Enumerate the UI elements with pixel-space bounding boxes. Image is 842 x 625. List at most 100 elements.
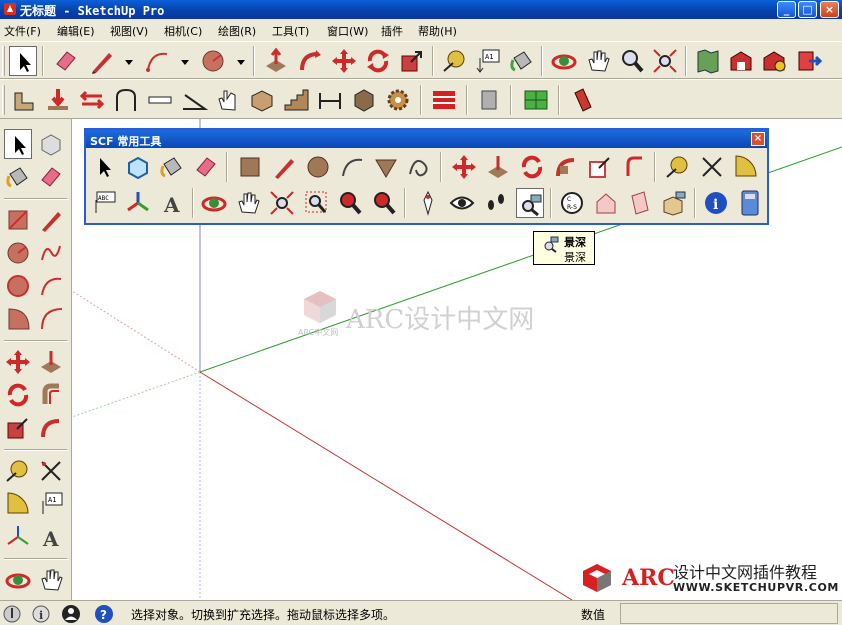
scf-zoom-button[interactable] bbox=[268, 188, 296, 218]
circle-tool-button[interactable] bbox=[4, 238, 32, 268]
polygon-tool-button[interactable] bbox=[199, 46, 227, 76]
menu-file[interactable]: 文件(F) bbox=[4, 23, 41, 39]
scf-arc-button[interactable] bbox=[338, 152, 366, 182]
maximize-button[interactable]: □ bbox=[798, 1, 817, 18]
paint-bucket-button[interactable] bbox=[508, 46, 536, 76]
scf-move-button[interactable] bbox=[450, 152, 478, 182]
warehouse-button[interactable] bbox=[727, 46, 755, 76]
scf-face-style-button[interactable] bbox=[626, 188, 654, 218]
panel-title-bar[interactable]: SCF 常用工具 bbox=[86, 130, 767, 148]
menu-edit[interactable]: 编辑(E) bbox=[57, 23, 95, 39]
follow-me-button[interactable] bbox=[296, 46, 324, 76]
scf-tape-button[interactable] bbox=[664, 152, 692, 182]
scf-walk-button[interactable] bbox=[482, 188, 510, 218]
component-button[interactable] bbox=[37, 129, 65, 159]
scf-depth-of-field-button[interactable] bbox=[516, 188, 544, 218]
push-pull-button[interactable] bbox=[37, 347, 65, 377]
pan-button[interactable] bbox=[37, 565, 65, 595]
text-tool-button[interactable]: A1 bbox=[474, 46, 502, 76]
orbit-button[interactable] bbox=[4, 565, 32, 595]
scf-freehand-button[interactable] bbox=[406, 152, 434, 182]
plugin-tool-10[interactable] bbox=[316, 85, 344, 115]
scale-tool-button[interactable] bbox=[4, 413, 32, 443]
scf-offset-button[interactable] bbox=[620, 152, 648, 182]
scf-eraser-button[interactable] bbox=[192, 152, 220, 182]
tape-measure-button[interactable] bbox=[441, 46, 469, 76]
scf-line-button[interactable] bbox=[270, 152, 298, 182]
scf-polygon-button[interactable] bbox=[372, 152, 400, 182]
scf-zoom-window-button[interactable] bbox=[302, 188, 330, 218]
plugin-tool-3[interactable] bbox=[78, 85, 106, 115]
plugin-tool-8[interactable] bbox=[248, 85, 276, 115]
offset-tool-button[interactable] bbox=[37, 380, 65, 410]
export-button[interactable] bbox=[795, 46, 823, 76]
scf-info-button[interactable]: i bbox=[702, 188, 730, 218]
menu-help[interactable]: 帮助(H) bbox=[418, 23, 457, 39]
plugin-tool-11[interactable] bbox=[350, 85, 378, 115]
close-button[interactable]: × bbox=[820, 1, 839, 18]
menu-plugins[interactable]: 插件 bbox=[381, 23, 403, 39]
user-icon[interactable] bbox=[61, 604, 81, 624]
zoom-extents-button[interactable] bbox=[651, 46, 679, 76]
arc-tool-button[interactable] bbox=[37, 271, 65, 301]
scale-tool-button[interactable] bbox=[398, 46, 426, 76]
line-tool-button[interactable] bbox=[88, 46, 116, 76]
plugin-tool-12[interactable] bbox=[384, 85, 412, 115]
line-tool-button[interactable] bbox=[37, 205, 65, 235]
scf-rectangle-button[interactable] bbox=[236, 152, 264, 182]
google-earth-view-button[interactable] bbox=[694, 46, 722, 76]
scf-dimension-button[interactable] bbox=[698, 152, 726, 182]
minimize-button[interactable]: _ bbox=[777, 1, 796, 18]
plugin-tool-9[interactable] bbox=[282, 85, 310, 115]
scf-followme-button[interactable] bbox=[552, 152, 580, 182]
menu-window[interactable]: 窗口(W) bbox=[327, 23, 368, 39]
paint-bucket-button[interactable] bbox=[4, 162, 32, 192]
plugin-tool-4[interactable] bbox=[112, 85, 140, 115]
line-dropdown[interactable] bbox=[115, 46, 133, 76]
dimension-tool-button[interactable] bbox=[37, 456, 65, 486]
scf-select-button[interactable] bbox=[90, 152, 118, 182]
arc-tool-button[interactable] bbox=[143, 46, 171, 76]
text-tool-button[interactable]: A1 bbox=[37, 489, 65, 519]
panel-close-button[interactable]: × bbox=[751, 132, 765, 146]
orbit-button[interactable] bbox=[550, 46, 578, 76]
scf-orbit-button[interactable] bbox=[200, 188, 228, 218]
move-tool-button[interactable] bbox=[330, 46, 358, 76]
measurements-input[interactable] bbox=[620, 603, 838, 624]
scf-protractor-button[interactable] bbox=[732, 152, 760, 182]
3d-text-button[interactable]: A bbox=[37, 522, 65, 552]
polygon-tool-button[interactable] bbox=[4, 271, 32, 301]
move-tool-button[interactable] bbox=[4, 347, 32, 377]
select-tool-button[interactable] bbox=[4, 129, 32, 159]
scf-scale-button[interactable] bbox=[586, 152, 614, 182]
plugin-tool-6[interactable] bbox=[180, 85, 209, 115]
scf-calculator-button[interactable] bbox=[736, 188, 764, 218]
rotate-tool-button[interactable] bbox=[4, 380, 32, 410]
share-model-button[interactable] bbox=[760, 46, 788, 76]
plugin-tool-1[interactable] bbox=[10, 85, 38, 115]
plugin-tool-2[interactable] bbox=[44, 85, 72, 115]
three-point-arc-button[interactable] bbox=[37, 304, 65, 334]
follow-me-button[interactable] bbox=[37, 413, 65, 443]
info-icon[interactable]: i bbox=[31, 604, 51, 624]
scf-rotate-button[interactable] bbox=[518, 152, 546, 182]
menu-view[interactable]: 视图(V) bbox=[110, 23, 148, 39]
menu-camera[interactable]: 相机(C) bbox=[164, 23, 202, 39]
scf-zoom-next-button[interactable] bbox=[370, 188, 398, 218]
geo-location-icon[interactable] bbox=[2, 604, 22, 624]
protractor-button[interactable] bbox=[4, 489, 32, 519]
scf-3dtext-button[interactable]: A bbox=[158, 188, 186, 218]
menu-tools[interactable]: 工具(T) bbox=[272, 23, 309, 39]
rectangle-tool-button[interactable] bbox=[4, 205, 32, 235]
plugin-tool-16[interactable] bbox=[569, 85, 597, 115]
eraser-tool-button[interactable] bbox=[52, 46, 80, 76]
scf-text-button[interactable]: ABC bbox=[90, 188, 118, 218]
axes-tool-button[interactable] bbox=[4, 522, 32, 552]
select-tool-button[interactable] bbox=[9, 46, 37, 76]
push-pull-button[interactable] bbox=[262, 46, 290, 76]
scf-camera-box-button[interactable] bbox=[660, 188, 688, 218]
plugin-tool-15[interactable] bbox=[522, 85, 550, 115]
plugin-tool-7[interactable] bbox=[214, 85, 242, 115]
plugin-tool-13[interactable] bbox=[430, 85, 458, 115]
eraser-tool-button[interactable] bbox=[37, 162, 65, 192]
